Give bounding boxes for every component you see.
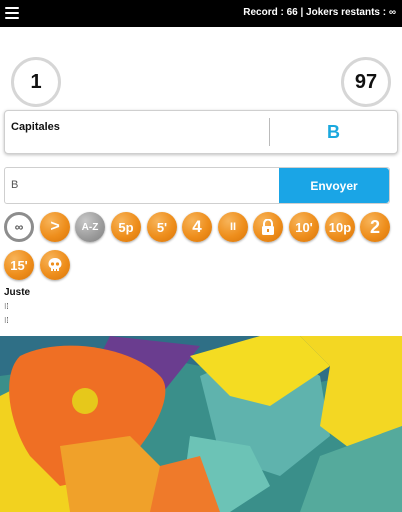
opponent-score: 97 bbox=[341, 57, 391, 107]
answer-input[interactable] bbox=[5, 168, 285, 201]
result-label: Juste bbox=[4, 287, 31, 298]
4-joker-button[interactable]: 4 bbox=[182, 212, 212, 242]
skull-joker-button[interactable] bbox=[40, 250, 70, 280]
lock-joker-button[interactable] bbox=[253, 212, 283, 242]
5-min-joker-button[interactable]: 5' bbox=[147, 212, 177, 242]
10-min-joker-button[interactable]: 10' bbox=[289, 212, 319, 242]
category-letter: B bbox=[327, 121, 340, 142]
infinite-joker-button[interactable]: ∞ bbox=[4, 212, 34, 242]
record-text: Record : 66 | Jokers restants : ∞ bbox=[243, 7, 396, 18]
pause-joker-button[interactable]: II bbox=[218, 212, 248, 242]
hamburger-menu-icon[interactable] bbox=[5, 7, 19, 19]
category-panel: Capitales B bbox=[4, 110, 398, 154]
answer-row: Envoyer bbox=[4, 167, 390, 204]
foam-letters-image bbox=[0, 336, 402, 512]
5p-joker-button[interactable]: 5p bbox=[111, 212, 141, 242]
category-label: Capitales bbox=[11, 121, 60, 133]
top-bar: Record : 66 | Jokers restants : ∞ bbox=[0, 0, 402, 27]
result-status-icon: ⁝⁞ bbox=[4, 302, 9, 311]
player-score: 1 bbox=[11, 57, 61, 107]
skip-joker-button[interactable]: > bbox=[40, 212, 70, 242]
2-joker-button[interactable]: 2 bbox=[360, 212, 390, 242]
az-joker-button[interactable]: A-Z bbox=[75, 212, 105, 242]
lock-icon bbox=[262, 219, 274, 235]
15-min-joker-button[interactable]: 15' bbox=[4, 250, 34, 280]
send-button[interactable]: Envoyer bbox=[279, 168, 389, 203]
10p-joker-button[interactable]: 10p bbox=[325, 212, 355, 242]
skull-icon bbox=[48, 258, 62, 271]
result-status-icon: ⁝⁞ bbox=[4, 316, 9, 325]
